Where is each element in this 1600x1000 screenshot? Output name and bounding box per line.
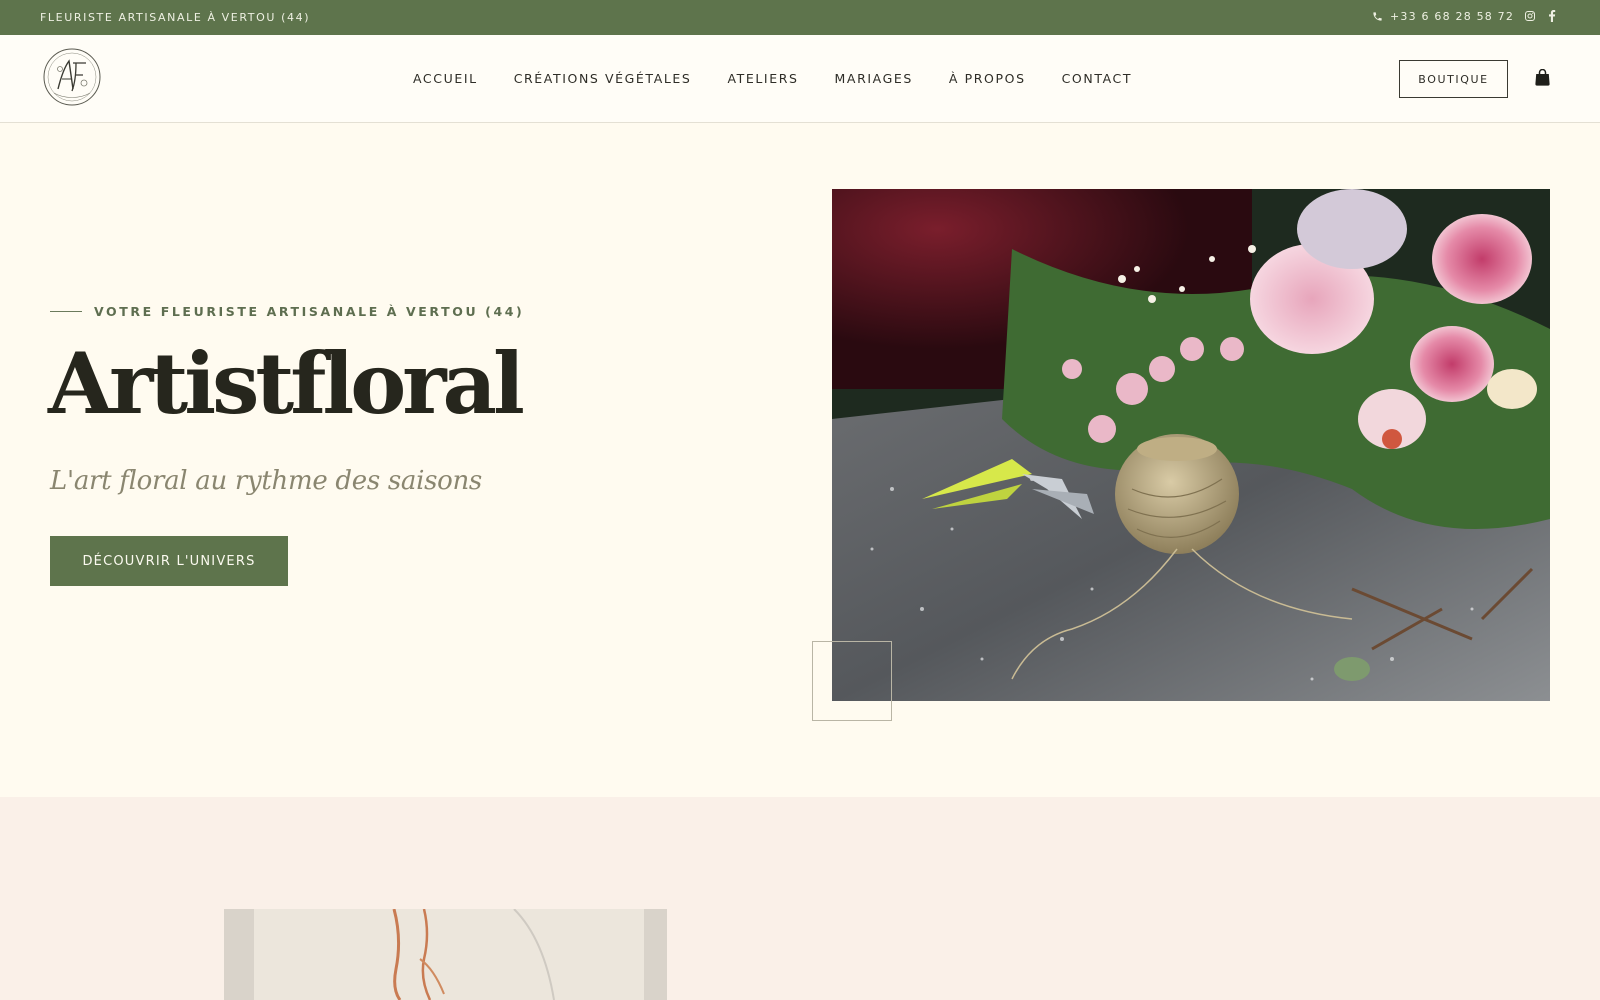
top-bar: FLEURISTE ARTISANALE À VERTOU (44) +33 6…	[0, 0, 1600, 35]
logo[interactable]	[42, 47, 102, 107]
nav-item-creations-vegetales[interactable]: CRÉATIONS VÉGÉTALES	[514, 71, 692, 86]
nav-item-mariages[interactable]: MARIAGES	[835, 71, 913, 86]
hero-image	[832, 189, 1550, 701]
nav-item-contact[interactable]: CONTACT	[1062, 71, 1132, 86]
phone-icon	[1372, 11, 1383, 22]
instagram-icon[interactable]	[1524, 10, 1536, 22]
dried-flowers-photo-icon	[224, 909, 667, 1000]
hero-subtitle: L'art floral au rythme des saisons	[50, 466, 482, 496]
phone-number: +33 6 68 28 58 72	[1390, 10, 1515, 23]
hero-title: Artistfloral	[48, 334, 525, 433]
hero-eyebrow: VOTRE FLEURISTE ARTISANALE À VERTOU (44)	[94, 304, 525, 319]
eyebrow-divider	[50, 311, 82, 312]
main-nav: ACCUEIL CRÉATIONS VÉGÉTALES ATELIERS MAR…	[413, 71, 1132, 86]
main-header: ACCUEIL CRÉATIONS VÉGÉTALES ATELIERS MAR…	[0, 35, 1600, 123]
discover-button[interactable]: DÉCOUVRIR L'UNIVERS	[50, 536, 288, 586]
section-image	[224, 909, 667, 1000]
shopping-bag-icon[interactable]	[1535, 68, 1550, 90]
facebook-icon[interactable]	[1547, 10, 1557, 22]
decorative-frame	[812, 641, 892, 721]
top-bar-tagline: FLEURISTE ARTISANALE À VERTOU (44)	[40, 11, 311, 24]
phone-link[interactable]: +33 6 68 28 58 72	[1372, 10, 1514, 23]
flowers-with-twine-and-pruning-shears-photo-icon	[832, 189, 1550, 701]
social-links	[1524, 10, 1557, 22]
logo-emblem-icon	[43, 48, 101, 106]
nav-item-ateliers[interactable]: ATELIERS	[727, 71, 798, 86]
nav-item-accueil[interactable]: ACCUEIL	[413, 71, 478, 86]
boutique-button[interactable]: BOUTIQUE	[1399, 60, 1508, 98]
second-section	[0, 797, 1600, 1000]
nav-item-a-propos[interactable]: À PROPOS	[949, 71, 1026, 86]
